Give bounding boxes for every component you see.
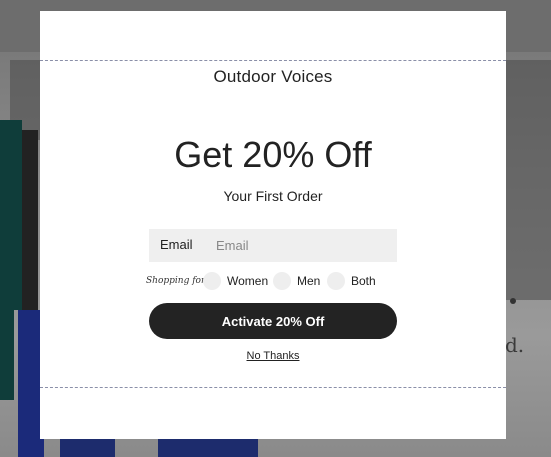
radio-women-label[interactable]: Women — [227, 274, 268, 288]
background-text: d. — [505, 333, 525, 357]
email-label: Email — [160, 237, 193, 252]
radio-men[interactable] — [273, 272, 291, 290]
radio-both-label[interactable]: Both — [351, 274, 376, 288]
discount-modal: Outdoor Voices Get 20% Off Your First Or… — [40, 11, 506, 439]
radio-women[interactable] — [203, 272, 221, 290]
background-person-leg — [60, 437, 115, 457]
background-person-jacket — [0, 120, 22, 310]
radio-men-label[interactable]: Men — [297, 274, 320, 288]
offer-subheadline: Your First Order — [223, 188, 323, 204]
dashed-divider-top — [40, 60, 506, 61]
email-field-container: Email — [149, 229, 397, 262]
radio-both[interactable] — [327, 272, 345, 290]
no-thanks-link[interactable]: No Thanks — [40, 350, 506, 362]
background-person-leg — [0, 300, 14, 400]
dashed-divider-bottom — [40, 387, 506, 388]
activate-discount-button[interactable]: Activate 20% Off — [149, 303, 397, 339]
shopping-for-label: Shopping for: — [146, 276, 209, 286]
email-input[interactable] — [210, 229, 395, 262]
background-person-leg — [158, 437, 258, 457]
background-dot — [510, 298, 516, 304]
background-tree — [505, 60, 551, 300]
offer-headline: Get 20% Off — [174, 134, 372, 175]
brand-name: Outdoor Voices — [213, 67, 333, 86]
